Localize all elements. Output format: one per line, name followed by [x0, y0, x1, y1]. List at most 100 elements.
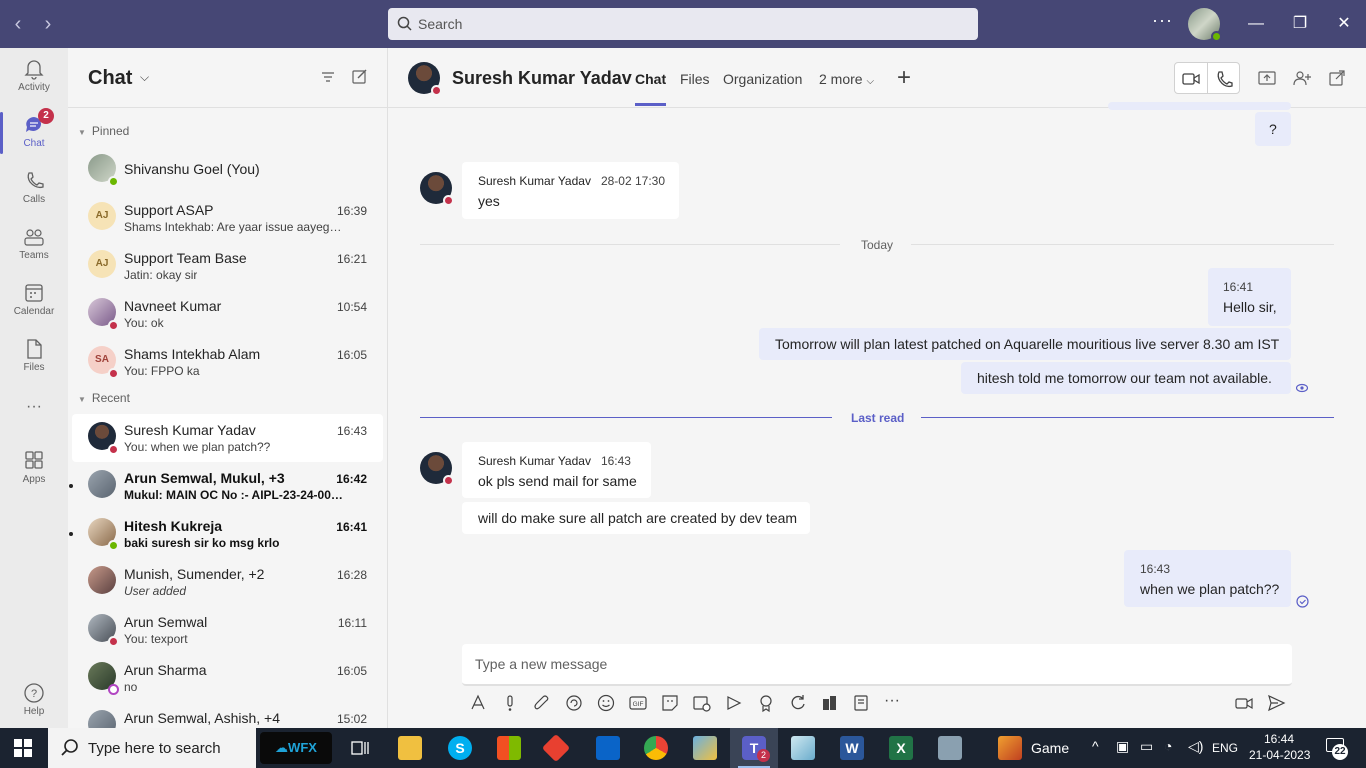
chat-item[interactable]: Arun Semwal You: texport 16:11 — [72, 606, 383, 654]
message-bubble[interactable]: 16:43 when we plan patch?? — [1124, 550, 1291, 607]
chat-item[interactable]: AJ Support ASAP Shams Intekhab: Are yaar… — [72, 194, 383, 242]
stream-icon[interactable] — [724, 693, 744, 713]
add-people-icon[interactable] — [1292, 68, 1312, 88]
rail-calls[interactable]: Calls — [0, 162, 68, 218]
speaker-icon[interactable]: ◁) — [1188, 738, 1203, 755]
chat-item[interactable]: Arun Sharma no 16:05 — [72, 654, 383, 702]
video-call-icon[interactable] — [1181, 69, 1201, 89]
contact-avatar[interactable] — [408, 62, 442, 96]
chrome-icon[interactable] — [644, 736, 668, 760]
chat-item[interactable]: Shivanshu Goel (You) — [72, 146, 383, 194]
task-view-icon[interactable] — [350, 738, 370, 758]
excel-icon[interactable]: X — [889, 736, 913, 760]
message-bubble[interactable]: will do make sure all patch are created … — [462, 502, 810, 534]
forward-arrow-icon[interactable]: › — [38, 12, 58, 36]
teams-taskbar-button[interactable]: T 2 — [730, 728, 778, 768]
app-icon[interactable] — [820, 693, 840, 713]
rail-help[interactable]: ? Help — [0, 674, 68, 730]
clock-time[interactable]: 16:44 — [1264, 732, 1294, 746]
rail-teams[interactable]: Teams — [0, 218, 68, 274]
chat-item[interactable]: Arun Semwal, Mukul, +3 Mukul: MAIN OC No… — [69, 462, 383, 510]
recent-section-header[interactable]: ▼ Recent — [78, 391, 130, 405]
message-bubble[interactable]: Suresh Kumar Yadav 16:43 ok pls send mail… — [462, 442, 651, 498]
loop-icon[interactable] — [564, 693, 584, 713]
chat-item[interactable]: Arun Semwal, Ashish, +4 15:02 — [72, 702, 383, 728]
tab-files[interactable]: Files — [680, 71, 710, 87]
pop-out-icon[interactable] — [1327, 68, 1347, 88]
message-bubble[interactable]: ? — [1255, 112, 1291, 146]
tab-more[interactable]: 2 more ⌵ — [819, 71, 874, 87]
rail-files[interactable]: Files — [0, 330, 68, 386]
language-indicator[interactable]: ENG — [1212, 741, 1238, 755]
chat-item[interactable]: SA Shams Intekhab Alam You: FPPO ka 16:0… — [72, 338, 383, 386]
notepad-icon[interactable] — [791, 736, 815, 760]
message-bubble[interactable]: Suresh Kumar Yadav 28-02 17:30 yes — [462, 162, 679, 219]
gif-icon[interactable]: GIF — [628, 693, 648, 713]
wfx-widget[interactable]: ☁WFX — [260, 732, 332, 764]
search-input[interactable]: Search — [388, 8, 978, 40]
rail-chat[interactable]: Chat 2 — [0, 106, 68, 162]
game-icon[interactable] — [998, 736, 1022, 760]
video-clip-icon[interactable] — [1234, 693, 1254, 713]
battery-icon[interactable]: ▭ — [1140, 738, 1153, 755]
audio-call-icon[interactable] — [1214, 69, 1234, 89]
new-chat-icon[interactable] — [351, 68, 369, 86]
chat-item[interactable]: Munish, Sumender, +2 User added 16:28 — [72, 558, 383, 606]
chat-item[interactable]: AJ Support Team Base Jatin: okay sir 16:… — [72, 242, 383, 290]
send-icon[interactable] — [1266, 693, 1286, 713]
outlook-icon[interactable] — [596, 736, 620, 760]
priority-icon[interactable] — [500, 693, 520, 713]
filter-icon[interactable] — [319, 68, 337, 86]
store-icon[interactable] — [497, 736, 521, 760]
calculator-icon[interactable] — [938, 736, 962, 760]
close-icon[interactable]: ✕ — [1332, 12, 1356, 36]
chat-item-selected[interactable]: Suresh Kumar Yadav You: when we plan pat… — [72, 414, 383, 462]
git-icon[interactable] — [541, 733, 571, 763]
profile-avatar[interactable] — [1188, 8, 1222, 42]
game-label[interactable]: Game — [1031, 740, 1069, 756]
minimize-icon[interactable]: — — [1244, 12, 1268, 36]
chat-item[interactable]: Navneet Kumar You: ok 10:54 — [72, 290, 383, 338]
compose-box[interactable]: Type a new message — [462, 644, 1292, 686]
chat-item[interactable]: Hitesh Kukreja baki suresh sir ko msg kr… — [69, 510, 383, 558]
chevron-up-icon[interactable]: ^ — [1092, 738, 1099, 754]
tab-organization[interactable]: Organization — [723, 71, 802, 87]
clock-date[interactable]: 21-04-2023 — [1249, 748, 1310, 762]
rail-more-icon[interactable]: ··· — [0, 398, 68, 422]
pinned-section-header[interactable]: ▼ Pinned — [78, 124, 129, 138]
forms-icon[interactable] — [852, 693, 872, 713]
refresh-icon[interactable] — [788, 693, 808, 713]
paint-icon[interactable] — [693, 736, 717, 760]
skype-icon[interactable]: S — [448, 736, 472, 760]
format-icon[interactable] — [468, 693, 488, 713]
word-icon[interactable]: W — [840, 736, 864, 760]
message-bubble[interactable]: Tomorrow will plan latest patched on Aqu… — [759, 328, 1291, 360]
more-options-icon[interactable]: ··· — [1152, 10, 1173, 31]
rail-calendar[interactable]: Calendar — [0, 274, 68, 330]
sticker-icon[interactable] — [660, 693, 680, 713]
windows-start-icon[interactable] — [14, 739, 32, 757]
maximize-icon[interactable]: ❐ — [1288, 12, 1312, 36]
sender-avatar[interactable] — [420, 172, 454, 206]
seen-eye-icon — [1296, 383, 1308, 393]
chevron-down-icon[interactable]: ⌵ — [140, 70, 149, 85]
attach-icon[interactable] — [532, 693, 552, 713]
add-tab-icon[interactable]: + — [897, 64, 911, 92]
praise-icon[interactable] — [756, 693, 776, 713]
wifi-icon[interactable]: ◔ — [1164, 738, 1172, 754]
emoji-icon[interactable] — [596, 693, 616, 713]
schedule-meeting-icon[interactable] — [692, 693, 712, 713]
tab-chat[interactable]: Chat — [635, 71, 667, 106]
network-icon[interactable]: ▣ — [1116, 738, 1129, 755]
taskbar-search-input[interactable]: Type here to search — [48, 728, 256, 768]
sender-avatar[interactable] — [420, 452, 454, 486]
file-explorer-icon[interactable] — [398, 736, 422, 760]
notification-center[interactable]: 22 — [1326, 738, 1348, 760]
back-arrow-icon[interactable]: ‹ — [8, 12, 28, 36]
more-options-icon[interactable]: ··· — [884, 693, 904, 713]
share-screen-icon[interactable] — [1257, 68, 1277, 88]
message-bubble[interactable]: hitesh told me tomorrow our team not ava… — [961, 362, 1291, 394]
rail-activity[interactable]: Activity — [0, 50, 68, 106]
message-bubble[interactable]: 16:41 Hello sir, — [1208, 268, 1291, 326]
rail-apps[interactable]: Apps — [0, 442, 68, 498]
